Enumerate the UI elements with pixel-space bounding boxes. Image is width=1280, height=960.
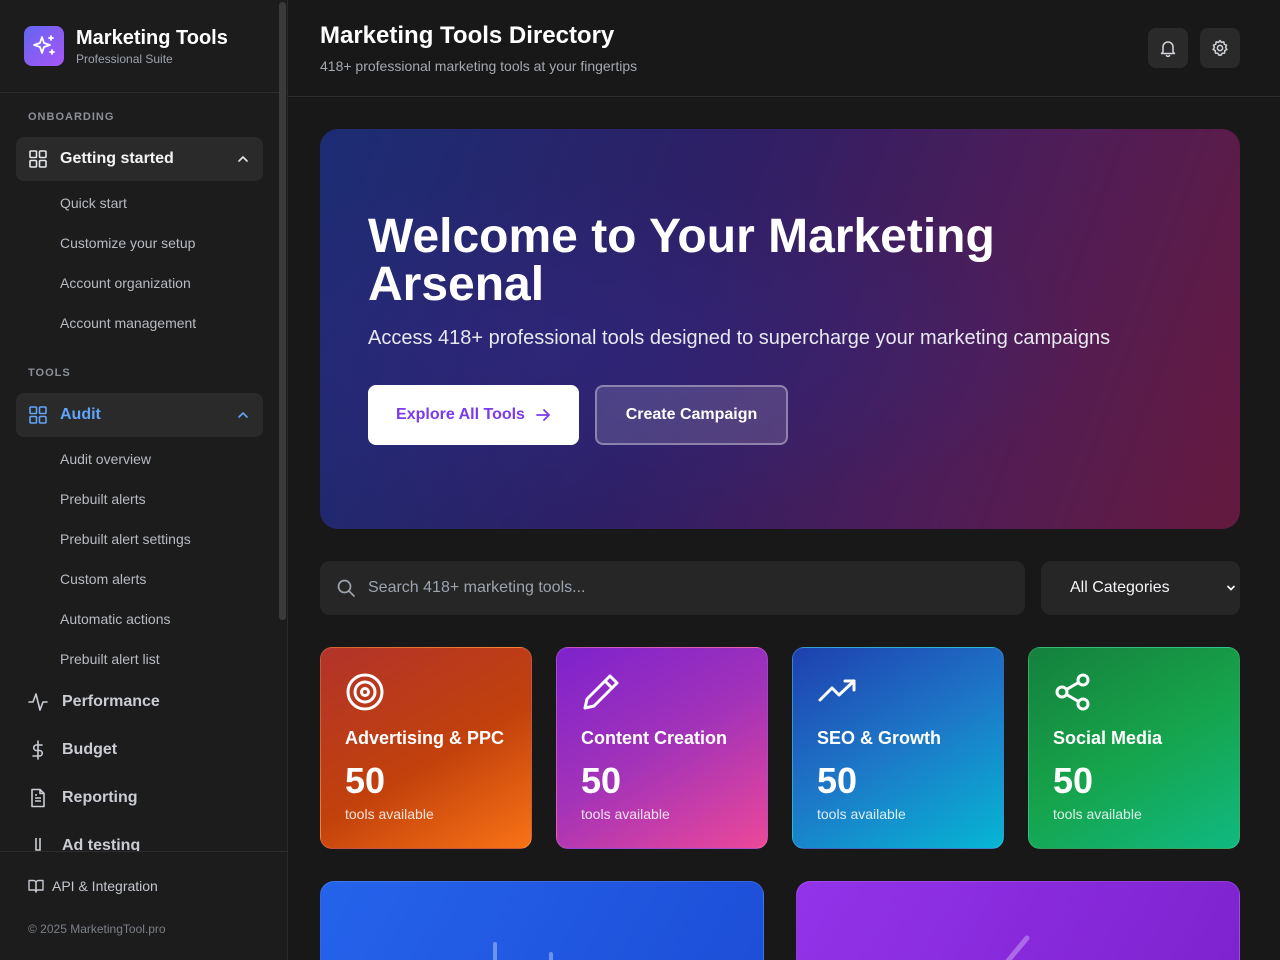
brand-subtitle: Professional Suite <box>76 52 173 66</box>
grid-icon <box>29 406 47 424</box>
category-card-advertising[interactable]: Advertising & PPC 50 tools available <box>320 647 532 849</box>
sidebar-item-prebuilt-alerts[interactable]: Prebuilt alerts <box>60 491 146 507</box>
category-name: Advertising & PPC <box>345 728 505 748</box>
category-card-social-media[interactable]: Social Media 50 tools available <box>1028 647 1240 849</box>
sidebar-item-label: Performance <box>62 693 160 710</box>
bar-chart-icon <box>493 942 553 960</box>
top-bar: Marketing Tools Directory 418+ professio… <box>288 0 1280 97</box>
activity-icon <box>28 693 48 711</box>
sidebar-item-audit-overview[interactable]: Audit overview <box>60 451 151 467</box>
trending-up-icon <box>818 679 856 702</box>
category-count: 50 <box>817 760 858 801</box>
dollar-icon <box>32 740 43 760</box>
target-icon <box>346 673 384 711</box>
hero-subtitle: Access 418+ professional tools designed … <box>368 327 1111 349</box>
sidebar-item-automatic-actions[interactable]: Automatic actions <box>60 611 171 627</box>
section-label-onboarding: ONBOARDING <box>28 111 115 123</box>
category-count-label: tools available <box>817 806 906 822</box>
settings-button[interactable] <box>1200 28 1240 68</box>
hero-banner: Welcome to Your Marketing Arsenal Access… <box>320 129 1240 529</box>
file-text-icon <box>31 788 45 808</box>
page-subtitle: 418+ professional marketing tools at you… <box>320 58 638 74</box>
feature-panel[interactable] <box>320 881 764 960</box>
pencil-icon <box>1005 935 1030 960</box>
nav-group-audit[interactable]: Audit <box>16 393 263 437</box>
sidebar-scrollbar[interactable] <box>279 2 286 620</box>
chevron-up-icon <box>238 155 248 162</box>
nav-group-getting-started[interactable]: Getting started <box>16 137 263 181</box>
grid-icon <box>29 150 47 168</box>
chevron-down-icon <box>1227 585 1235 591</box>
category-count: 50 <box>581 760 622 801</box>
category-card-seo-growth[interactable]: SEO & Growth 50 tools available <box>792 647 1004 849</box>
sidebar-item-custom-alerts[interactable]: Custom alerts <box>60 571 146 587</box>
notifications-button[interactable] <box>1148 28 1188 68</box>
sidebar-item-budget[interactable]: Budget <box>28 740 117 760</box>
arrow-right-icon <box>536 409 550 421</box>
category-name: SEO & Growth <box>817 728 942 748</box>
hero-title: Welcome to Your Marketing Arsenal <box>368 210 995 311</box>
sidebar-item-quick-start[interactable]: Quick start <box>60 195 127 211</box>
api-integration-label: API & Integration <box>52 878 158 894</box>
button-label: Create Campaign <box>625 406 758 423</box>
book-open-icon <box>28 879 44 893</box>
search-input[interactable] <box>368 579 968 597</box>
category-count: 50 <box>1053 760 1094 801</box>
sidebar-footer: API & Integration © 2025 MarketingTool.p… <box>0 851 287 960</box>
sidebar-item-prebuilt-alert-settings[interactable]: Prebuilt alert settings <box>60 531 191 547</box>
category-select[interactable]: All Categories <box>1041 561 1240 615</box>
category-name: Social Media <box>1053 728 1163 748</box>
sidebar-item-reporting[interactable]: Reporting <box>28 788 138 808</box>
sidebar-item-account-management[interactable]: Account management <box>60 315 196 331</box>
copyright: © 2025 MarketingTool.pro <box>28 922 166 936</box>
gear-icon <box>1212 39 1228 57</box>
sparkles-icon <box>24 26 64 66</box>
sidebar-item-account-organization[interactable]: Account organization <box>60 275 191 291</box>
page-title: Marketing Tools Directory <box>320 22 615 49</box>
sidebar-item-customize-setup[interactable]: Customize your setup <box>60 235 195 251</box>
category-card-content-creation[interactable]: Content Creation 50 tools available <box>556 647 768 849</box>
explore-all-tools-button[interactable]: Explore All Tools <box>368 385 579 445</box>
sidebar-item-label: Reporting <box>62 789 138 806</box>
category-count-label: tools available <box>581 806 670 822</box>
api-integration-link[interactable]: API & Integration <box>28 878 158 894</box>
category-count: 50 <box>345 760 386 801</box>
category-count-label: tools available <box>1053 806 1142 822</box>
section-label-tools: TOOLS <box>28 367 71 379</box>
category-select-value: All Categories <box>1070 579 1170 596</box>
brand-title: Marketing Tools <box>76 27 228 49</box>
sidebar: Marketing Tools Professional Suite ONBOA… <box>0 0 288 960</box>
chevron-up-icon <box>238 411 248 418</box>
search-icon <box>337 579 355 597</box>
button-label: Explore All Tools <box>396 406 525 423</box>
category-count-label: tools available <box>345 806 434 822</box>
sidebar-item-prebuilt-alert-list[interactable]: Prebuilt alert list <box>60 651 160 667</box>
nav-group-label: Audit <box>60 406 101 423</box>
create-campaign-button[interactable]: Create Campaign <box>595 385 788 445</box>
pencil-icon <box>583 674 619 710</box>
search-bar <box>320 561 1025 615</box>
category-name: Content Creation <box>581 728 727 748</box>
sidebar-item-performance[interactable]: Performance <box>28 692 160 712</box>
sidebar-header: Marketing Tools Professional Suite <box>0 0 287 93</box>
nav-group-label: Getting started <box>60 150 174 167</box>
bell-icon <box>1160 41 1176 57</box>
share-icon <box>1055 673 1090 711</box>
sidebar-item-label: Budget <box>62 741 118 758</box>
feature-panel[interactable] <box>796 881 1240 960</box>
brand: Marketing Tools Professional Suite <box>76 26 228 66</box>
